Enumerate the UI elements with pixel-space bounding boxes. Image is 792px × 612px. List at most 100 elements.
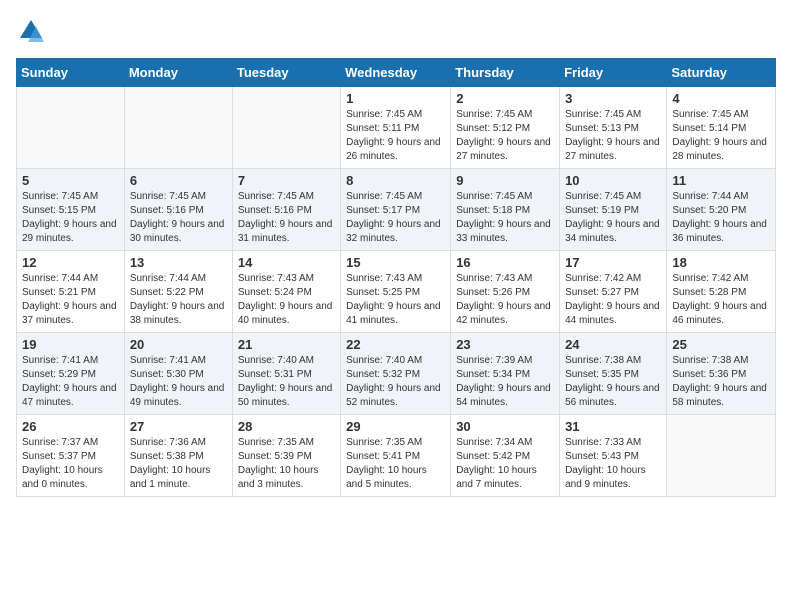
calendar-day-3: 3 Sunrise: 7:45 AM Sunset: 5:13 PM Daylig… bbox=[560, 87, 667, 169]
calendar-week-row: 1 Sunrise: 7:45 AM Sunset: 5:11 PM Daylig… bbox=[17, 87, 776, 169]
logo-icon bbox=[16, 16, 46, 46]
calendar-day-2: 2 Sunrise: 7:45 AM Sunset: 5:12 PM Daylig… bbox=[451, 87, 560, 169]
day-number: 21 bbox=[238, 337, 335, 352]
day-header-thursday: Thursday bbox=[451, 59, 560, 87]
day-number: 3 bbox=[565, 91, 661, 106]
calendar-day-16: 16 Sunrise: 7:43 AM Sunset: 5:26 PM Dayli… bbox=[451, 251, 560, 333]
day-info: Sunrise: 7:45 AM Sunset: 5:12 PM Dayligh… bbox=[456, 108, 554, 164]
calendar-day-1: 1 Sunrise: 7:45 AM Sunset: 5:11 PM Daylig… bbox=[341, 87, 451, 169]
calendar-day-27: 27 Sunrise: 7:36 AM Sunset: 5:38 PM Dayli… bbox=[124, 415, 232, 497]
calendar-empty-cell bbox=[124, 87, 232, 169]
calendar-header-row: SundayMondayTuesdayWednesdayThursdayFrid… bbox=[17, 59, 776, 87]
calendar-day-22: 22Sunrise: 7:40 AM Sunset: 5:32 PM Dayli… bbox=[341, 333, 451, 415]
calendar-day-29: 29 Sunrise: 7:35 AM Sunset: 5:41 PM Dayli… bbox=[341, 415, 451, 497]
day-number: 2 bbox=[456, 91, 554, 106]
calendar-week-row: 19Sunrise: 7:41 AM Sunset: 5:29 PM Dayli… bbox=[17, 333, 776, 415]
calendar-day-13: 13 Sunrise: 7:44 AM Sunset: 5:22 PM Dayli… bbox=[124, 251, 232, 333]
calendar-week-row: 26 Sunrise: 7:37 AM Sunset: 5:37 PM Dayli… bbox=[17, 415, 776, 497]
day-info: Sunrise: 7:40 AM Sunset: 5:31 PM Dayligh… bbox=[238, 354, 335, 410]
calendar-day-4: 4Sunrise: 7:45 AM Sunset: 5:14 PM Daylig… bbox=[667, 87, 776, 169]
day-number: 13 bbox=[130, 255, 227, 270]
calendar-day-23: 23 Sunrise: 7:39 AM Sunset: 5:34 PM Dayli… bbox=[451, 333, 560, 415]
day-info: Sunrise: 7:45 AM Sunset: 5:17 PM Dayligh… bbox=[346, 190, 445, 246]
calendar-day-7: 7Sunrise: 7:45 AM Sunset: 5:16 PM Daylig… bbox=[232, 169, 340, 251]
day-number: 14 bbox=[238, 255, 335, 270]
calendar-day-8: 8 Sunrise: 7:45 AM Sunset: 5:17 PM Daylig… bbox=[341, 169, 451, 251]
day-number: 5 bbox=[22, 173, 119, 188]
day-number: 26 bbox=[22, 419, 119, 434]
day-info: Sunrise: 7:38 AM Sunset: 5:36 PM Dayligh… bbox=[672, 354, 770, 410]
day-info: Sunrise: 7:36 AM Sunset: 5:38 PM Dayligh… bbox=[130, 436, 227, 492]
calendar-day-26: 26 Sunrise: 7:37 AM Sunset: 5:37 PM Dayli… bbox=[17, 415, 125, 497]
calendar-week-row: 5 Sunrise: 7:45 AM Sunset: 5:15 PM Daylig… bbox=[17, 169, 776, 251]
calendar-table: SundayMondayTuesdayWednesdayThursdayFrid… bbox=[16, 58, 776, 497]
day-info: Sunrise: 7:42 AM Sunset: 5:27 PM Dayligh… bbox=[565, 272, 661, 328]
day-number: 9 bbox=[456, 173, 554, 188]
day-info: Sunrise: 7:45 AM Sunset: 5:15 PM Dayligh… bbox=[22, 190, 119, 246]
day-info: Sunrise: 7:33 AM Sunset: 5:43 PM Dayligh… bbox=[565, 436, 661, 492]
calendar-empty-cell bbox=[667, 415, 776, 497]
day-info: Sunrise: 7:39 AM Sunset: 5:34 PM Dayligh… bbox=[456, 354, 554, 410]
day-header-friday: Friday bbox=[560, 59, 667, 87]
calendar-week-row: 12 Sunrise: 7:44 AM Sunset: 5:21 PM Dayli… bbox=[17, 251, 776, 333]
calendar-empty-cell bbox=[232, 87, 340, 169]
calendar-empty-cell bbox=[17, 87, 125, 169]
day-info: Sunrise: 7:41 AM Sunset: 5:30 PM Dayligh… bbox=[130, 354, 227, 410]
day-info: Sunrise: 7:35 AM Sunset: 5:39 PM Dayligh… bbox=[238, 436, 335, 492]
day-header-tuesday: Tuesday bbox=[232, 59, 340, 87]
day-number: 12 bbox=[22, 255, 119, 270]
day-number: 27 bbox=[130, 419, 227, 434]
day-info: Sunrise: 7:43 AM Sunset: 5:26 PM Dayligh… bbox=[456, 272, 554, 328]
calendar-day-5: 5 Sunrise: 7:45 AM Sunset: 5:15 PM Daylig… bbox=[17, 169, 125, 251]
day-header-wednesday: Wednesday bbox=[341, 59, 451, 87]
calendar-day-11: 11Sunrise: 7:44 AM Sunset: 5:20 PM Dayli… bbox=[667, 169, 776, 251]
day-info: Sunrise: 7:38 AM Sunset: 5:35 PM Dayligh… bbox=[565, 354, 661, 410]
day-number: 1 bbox=[346, 91, 445, 106]
day-number: 20 bbox=[130, 337, 227, 352]
day-header-sunday: Sunday bbox=[17, 59, 125, 87]
calendar-day-6: 6 Sunrise: 7:45 AM Sunset: 5:16 PM Daylig… bbox=[124, 169, 232, 251]
day-info: Sunrise: 7:45 AM Sunset: 5:13 PM Dayligh… bbox=[565, 108, 661, 164]
day-number: 7 bbox=[238, 173, 335, 188]
calendar-day-21: 21 Sunrise: 7:40 AM Sunset: 5:31 PM Dayli… bbox=[232, 333, 340, 415]
calendar-day-25: 25 Sunrise: 7:38 AM Sunset: 5:36 PM Dayli… bbox=[667, 333, 776, 415]
day-number: 29 bbox=[346, 419, 445, 434]
calendar-day-30: 30Sunrise: 7:34 AM Sunset: 5:42 PM Dayli… bbox=[451, 415, 560, 497]
calendar-day-20: 20 Sunrise: 7:41 AM Sunset: 5:30 PM Dayli… bbox=[124, 333, 232, 415]
day-info: Sunrise: 7:45 AM Sunset: 5:14 PM Dayligh… bbox=[672, 108, 770, 164]
day-info: Sunrise: 7:35 AM Sunset: 5:41 PM Dayligh… bbox=[346, 436, 445, 492]
day-info: Sunrise: 7:37 AM Sunset: 5:37 PM Dayligh… bbox=[22, 436, 119, 492]
day-number: 24 bbox=[565, 337, 661, 352]
calendar-day-31: 31Sunrise: 7:33 AM Sunset: 5:43 PM Dayli… bbox=[560, 415, 667, 497]
calendar-day-18: 18Sunrise: 7:42 AM Sunset: 5:28 PM Dayli… bbox=[667, 251, 776, 333]
day-info: Sunrise: 7:45 AM Sunset: 5:16 PM Dayligh… bbox=[130, 190, 227, 246]
day-info: Sunrise: 7:45 AM Sunset: 5:11 PM Dayligh… bbox=[346, 108, 445, 164]
day-number: 16 bbox=[456, 255, 554, 270]
day-header-saturday: Saturday bbox=[667, 59, 776, 87]
day-number: 6 bbox=[130, 173, 227, 188]
calendar-day-19: 19Sunrise: 7:41 AM Sunset: 5:29 PM Dayli… bbox=[17, 333, 125, 415]
day-info: Sunrise: 7:44 AM Sunset: 5:22 PM Dayligh… bbox=[130, 272, 227, 328]
day-info: Sunrise: 7:43 AM Sunset: 5:24 PM Dayligh… bbox=[238, 272, 335, 328]
day-number: 28 bbox=[238, 419, 335, 434]
calendar-day-9: 9Sunrise: 7:45 AM Sunset: 5:18 PM Daylig… bbox=[451, 169, 560, 251]
day-info: Sunrise: 7:40 AM Sunset: 5:32 PM Dayligh… bbox=[346, 354, 445, 410]
logo bbox=[16, 16, 48, 46]
day-number: 23 bbox=[456, 337, 554, 352]
calendar-day-12: 12 Sunrise: 7:44 AM Sunset: 5:21 PM Dayli… bbox=[17, 251, 125, 333]
calendar-day-17: 17Sunrise: 7:42 AM Sunset: 5:27 PM Dayli… bbox=[560, 251, 667, 333]
day-number: 8 bbox=[346, 173, 445, 188]
day-number: 18 bbox=[672, 255, 770, 270]
day-number: 30 bbox=[456, 419, 554, 434]
calendar-day-28: 28 Sunrise: 7:35 AM Sunset: 5:39 PM Dayli… bbox=[232, 415, 340, 497]
calendar-day-10: 10Sunrise: 7:45 AM Sunset: 5:19 PM Dayli… bbox=[560, 169, 667, 251]
calendar-day-15: 15 Sunrise: 7:43 AM Sunset: 5:25 PM Dayli… bbox=[341, 251, 451, 333]
day-number: 25 bbox=[672, 337, 770, 352]
day-number: 15 bbox=[346, 255, 445, 270]
day-number: 19 bbox=[22, 337, 119, 352]
calendar-day-14: 14 Sunrise: 7:43 AM Sunset: 5:24 PM Dayli… bbox=[232, 251, 340, 333]
day-info: Sunrise: 7:43 AM Sunset: 5:25 PM Dayligh… bbox=[346, 272, 445, 328]
day-number: 10 bbox=[565, 173, 661, 188]
page-header bbox=[16, 16, 776, 46]
day-info: Sunrise: 7:44 AM Sunset: 5:21 PM Dayligh… bbox=[22, 272, 119, 328]
